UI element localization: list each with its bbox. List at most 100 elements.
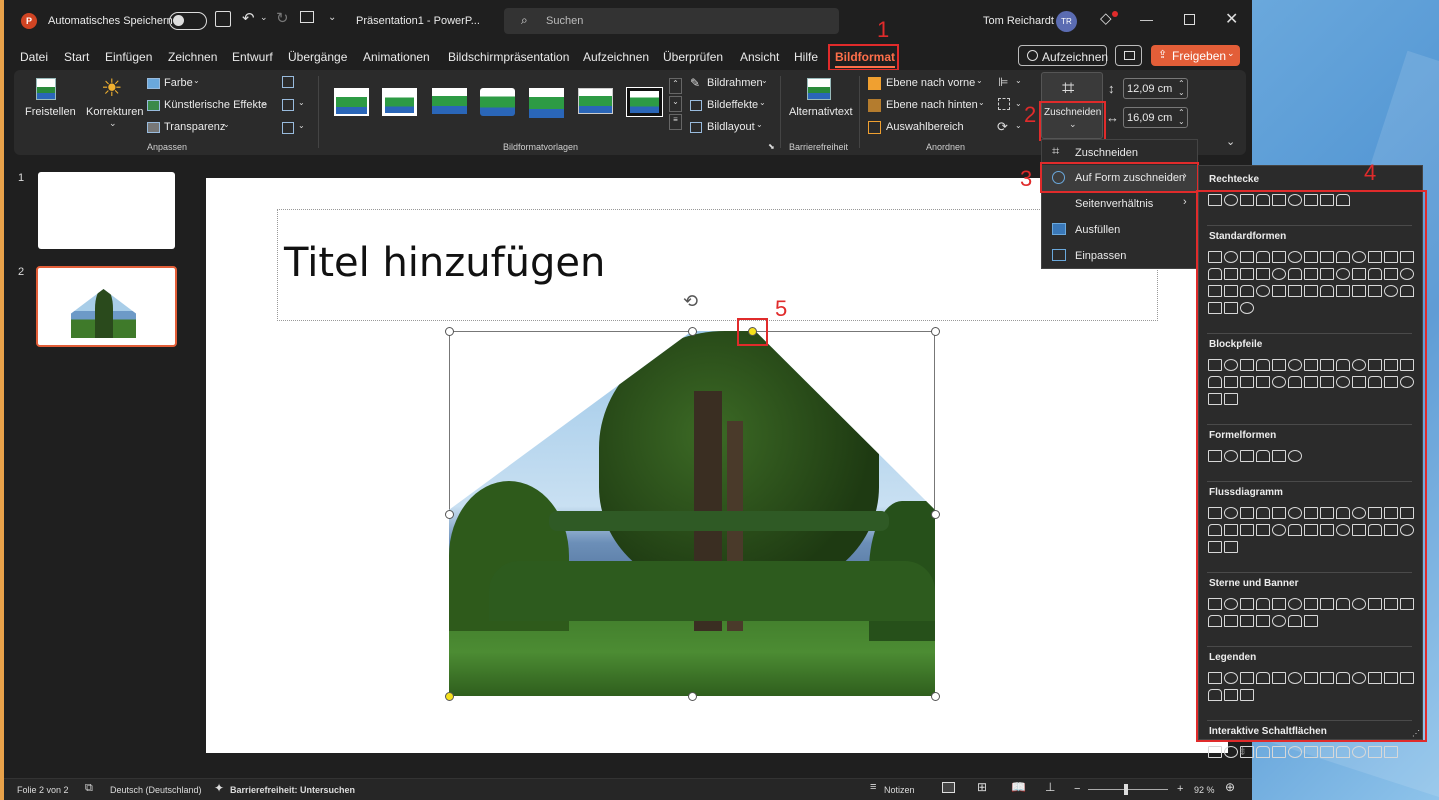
record-button[interactable]: Aufzeichnen (1018, 45, 1108, 66)
customize-toolbar-icon[interactable]: ⌄ (328, 12, 336, 23)
alternativtext-button[interactable]: Alternativtext (787, 76, 853, 126)
freistellen-button[interactable]: Freistellen (22, 76, 76, 131)
resize-handle-bottom[interactable] (688, 692, 697, 701)
tab-hilfe[interactable]: Hilfe (794, 50, 818, 64)
status-language[interactable]: Deutsch (Deutschland) (110, 785, 202, 795)
zoom-slider[interactable] (1088, 784, 1168, 795)
menu-item-einpassen[interactable]: Einpassen (1042, 243, 1197, 269)
resize-handle-left[interactable] (445, 510, 454, 519)
kuenstlerische-effekte-button[interactable]: Künstlerische Effekte ⌄ (147, 98, 277, 114)
change-picture-icon[interactable] (282, 99, 294, 111)
shape-option[interactable] (1208, 746, 1222, 758)
tab-start[interactable]: Start (64, 50, 89, 64)
shape-option[interactable] (1304, 746, 1318, 758)
farbe-button[interactable]: Farbe ⌄ (147, 76, 217, 92)
transparenz-button[interactable]: Transparenz ⌄ (147, 120, 237, 136)
tab-datei[interactable]: Datei (20, 50, 48, 64)
reset-picture-dropdown-icon[interactable]: ⌄ (298, 121, 305, 130)
ebene-nach-vorne-button[interactable]: Ebene nach vorne ⌄ (868, 76, 988, 92)
title-placeholder[interactable]: Titel hinzufügen (277, 209, 1158, 321)
close-icon[interactable]: ✕ (1225, 9, 1238, 29)
picture-style-6[interactable] (578, 88, 613, 114)
tab-entwurf[interactable]: Entwurf (232, 50, 273, 64)
compress-pictures-icon[interactable] (282, 76, 294, 88)
tab-uebergaenge[interactable]: Übergänge (288, 50, 347, 64)
status-accessibility[interactable]: Barrierefreiheit: Untersuchen (230, 785, 355, 795)
shape-option[interactable] (1224, 746, 1238, 758)
shape-option[interactable] (1272, 746, 1286, 758)
picture-style-1[interactable] (334, 88, 369, 116)
undo-dropdown-icon[interactable]: ⌄ (260, 12, 268, 23)
gallery-down-icon[interactable]: ⌄ (669, 96, 682, 112)
menu-item-ausfuellen[interactable]: Ausfüllen (1042, 217, 1197, 243)
shape-option[interactable] (1384, 746, 1398, 758)
gallery-up-icon[interactable]: ⌃ (669, 78, 682, 94)
tab-ansicht[interactable]: Ansicht (740, 50, 779, 64)
slide-thumbnail-2[interactable] (36, 266, 177, 347)
scroll-down-icon[interactable]: ⇟ (1238, 745, 1247, 758)
rotate-dropdown-icon[interactable]: ⌄ (1015, 121, 1022, 130)
tab-aufzeichnen[interactable]: Aufzeichnen (583, 50, 649, 64)
premium-diamond-icon[interactable]: ◇ (1100, 9, 1112, 27)
tab-ueberpruefen[interactable]: Überprüfen (663, 50, 723, 64)
picture-styles-gallery[interactable] (328, 78, 668, 130)
picture-style-4[interactable] (480, 88, 515, 116)
align-icon[interactable]: ⊫ (998, 75, 1008, 89)
undo-icon[interactable]: ↶ (242, 9, 255, 27)
resize-handle-bottom-left[interactable] (445, 692, 454, 701)
present-icon[interactable] (300, 11, 314, 23)
resize-handle-top-left[interactable] (445, 327, 454, 336)
gallery-more-icon[interactable]: ≡ (669, 114, 682, 130)
picture-style-7[interactable] (626, 87, 663, 117)
spelling-icon[interactable]: ⧉ (85, 782, 93, 795)
zoom-out-icon[interactable]: − (1074, 783, 1080, 795)
width-field[interactable]: 16,09 cm ⌃ ⌄ (1123, 107, 1188, 128)
resize-handle-top[interactable] (688, 327, 697, 336)
shape-option[interactable] (1288, 746, 1302, 758)
minimize-icon[interactable]: — (1140, 12, 1153, 27)
resize-handle-right[interactable] (931, 510, 940, 519)
shape-option[interactable] (1352, 746, 1366, 758)
width-spinner-icon[interactable]: ⌃ ⌄ (1178, 108, 1185, 126)
picture-style-3[interactable] (432, 88, 467, 114)
tab-einfuegen[interactable]: Einfügen (105, 50, 152, 64)
bildlayout-button[interactable]: Bildlayout ⌄ (690, 120, 775, 136)
resize-grip-icon[interactable]: ⋰ (1412, 729, 1420, 738)
auswahlbereich-button[interactable]: Auswahlbereich (868, 120, 968, 136)
shape-option[interactable] (1368, 746, 1382, 758)
resize-handle-top-right[interactable] (931, 327, 940, 336)
save-icon[interactable] (215, 11, 231, 27)
dialog-launcher-icon[interactable]: ⬊ (768, 142, 775, 151)
tab-zeichnen[interactable]: Zeichnen (168, 50, 217, 64)
slideshow-icon[interactable]: ⊥ (1045, 780, 1055, 794)
comments-button[interactable] (1115, 45, 1142, 66)
slide-thumbnail-1[interactable] (38, 172, 175, 249)
rotate-icon[interactable]: ⟳ (997, 119, 1008, 135)
height-spinner-icon[interactable]: ⌃ ⌄ (1178, 79, 1185, 97)
maximize-icon[interactable] (1184, 14, 1195, 25)
reset-picture-icon[interactable] (282, 122, 294, 134)
bildrahmen-button[interactable]: ✎ Bildrahmen ⌄ (690, 76, 775, 92)
zoom-in-icon[interactable]: + (1177, 783, 1183, 795)
ebene-nach-hinten-button[interactable]: Ebene nach hinten ⌄ (868, 98, 988, 114)
change-picture-dropdown-icon[interactable]: ⌄ (298, 98, 305, 107)
bildeffekte-button[interactable]: Bildeffekte ⌄ (690, 98, 775, 114)
autosave-toggle[interactable] (169, 12, 207, 30)
avatar[interactable]: TR (1056, 11, 1077, 32)
korrekturen-button[interactable]: ☀ Korrekturen ⌄ (84, 75, 143, 131)
redo-icon[interactable]: ↻ (276, 9, 289, 27)
rotate-handle-icon[interactable]: ⟲ (683, 291, 698, 312)
share-button[interactable]: ⇪ Freigeben ⌄ (1151, 45, 1240, 66)
group-dropdown-icon[interactable]: ⌄ (1015, 99, 1022, 108)
tab-bildschirmpraesentation[interactable]: Bildschirmpräsentation (448, 50, 569, 64)
reading-view-icon[interactable]: 📖 (1011, 780, 1026, 794)
shape-option[interactable] (1320, 746, 1334, 758)
menu-item-seitenverhaeltnis[interactable]: Seitenverhältnis › (1042, 191, 1197, 217)
status-zoom[interactable]: 92 % (1194, 785, 1215, 795)
tab-animationen[interactable]: Animationen (363, 50, 430, 64)
search-box[interactable]: ⌕ Suchen (504, 8, 839, 34)
height-field[interactable]: 12,09 cm ⌃ ⌄ (1123, 78, 1188, 99)
align-dropdown-icon[interactable]: ⌄ (1015, 76, 1022, 85)
group-icon[interactable] (998, 98, 1010, 110)
fit-to-window-icon[interactable]: ⊕ (1225, 780, 1235, 794)
